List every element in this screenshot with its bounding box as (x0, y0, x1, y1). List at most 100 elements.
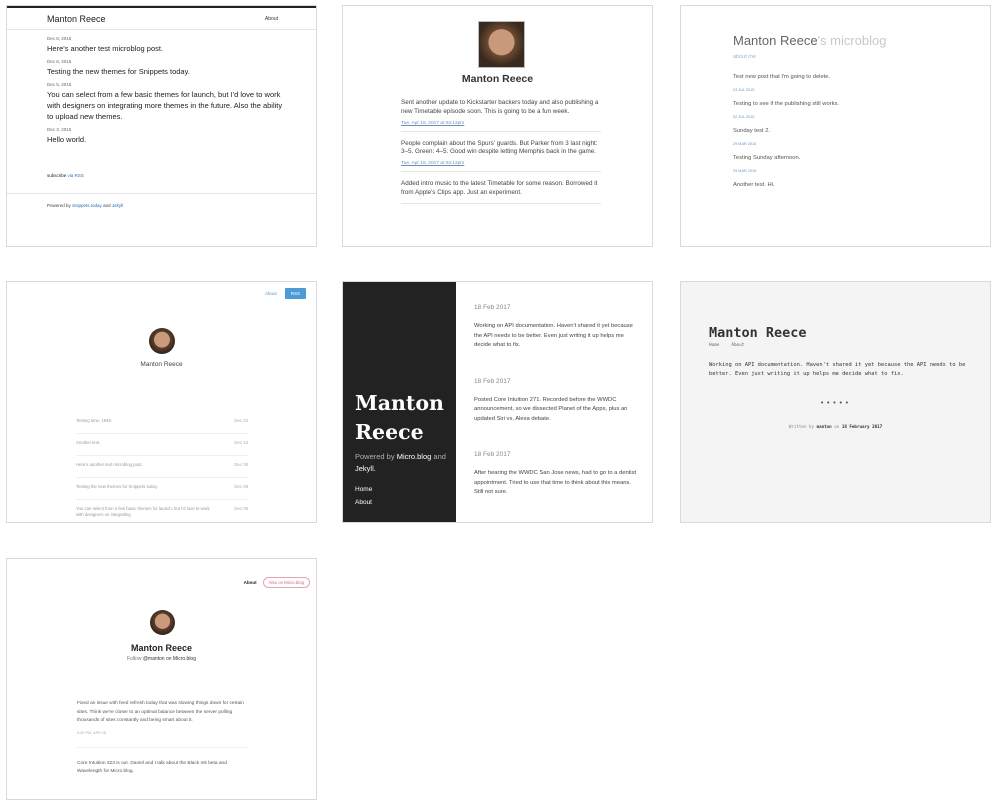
powered-by: Powered by Snippets.today and Jekyll (47, 203, 123, 208)
post-text: Another test. Hi. (733, 182, 775, 188)
post-text: Testing the new themes for Snippets toda… (76, 484, 158, 489)
site-title[interactable]: Manton Reece (7, 361, 316, 368)
post-item: 18 Feb 2017 Working on API documentation… (474, 304, 639, 351)
post-text: Posted Core Intuition 271. Recorded befo… (474, 396, 628, 422)
site-title-name: Manton Reece (733, 33, 818, 48)
also-on-microblog-button[interactable]: Also on Micro.blog (262, 577, 310, 588)
microblog-link[interactable]: Micro.blog (397, 452, 432, 461)
post-date[interactable]: Dec 5, 2015 (47, 82, 287, 87)
theme-preview-5[interactable]: Manton Reece Powered by Micro.blog and J… (342, 281, 653, 523)
site-title[interactable]: Manton Reece's microblog (733, 33, 887, 48)
post-text: Fixed an issue with feed refresh today t… (77, 701, 244, 723)
post-date[interactable]: Dec 3, 2015 (47, 127, 287, 132)
powered-by: Powered by Micro.blog and Jekyll. (355, 451, 450, 475)
post-text: Added intro music to the latest Timetabl… (401, 180, 598, 196)
post-item: People complain about the Spurs' guards.… (401, 140, 601, 173)
separator-dots: ••••• (819, 399, 852, 407)
post-date-link[interactable]: 29 MAR 2015 (733, 169, 953, 173)
post-date[interactable]: Dec 8, 2015 (47, 36, 287, 41)
post-date: Dec 23 (234, 418, 248, 423)
nav-home[interactable]: Home (709, 343, 719, 348)
follow-handle-link[interactable]: @manton on Micro.blog (143, 656, 196, 662)
post-text: Another test. (76, 440, 101, 445)
post-text: Hello world. (47, 135, 87, 144)
list-item[interactable]: Another test. Dec 13 (76, 434, 248, 456)
post-item: 18 Feb 2017 After hearing the WWDC San J… (474, 451, 639, 498)
byline-prefix: Written by (788, 424, 815, 429)
about-link[interactable]: About (265, 16, 278, 22)
about-link[interactable]: About (265, 291, 277, 296)
post-list: Dec 8, 2015 Here's another test microblo… (47, 36, 287, 150)
list-item[interactable]: Here's another test microblog post. Dec … (76, 456, 248, 478)
post-date-link[interactable]: Tue, Apr 18, 2017 at 04:12pm (401, 161, 601, 166)
site-title-line-2: Reece (355, 420, 424, 444)
byline-date: 18 February 2017 (841, 424, 883, 429)
post-list: Testing time, 1949. Dec 23 Another test.… (76, 412, 248, 522)
post-text: Here's another test microblog post. (47, 44, 164, 53)
post-text: Testing time, 1949. (76, 418, 113, 423)
list-item[interactable]: Testing time, 1949. Dec 23 (76, 412, 248, 434)
post-byline: Written by manton on 18 February 2017 (681, 424, 990, 429)
post-text: Testing the new themes for Snippets toda… (47, 67, 190, 76)
theme-preview-1[interactable]: Manton Reece About Dec 8, 2015 Here's an… (6, 5, 317, 247)
post-date[interactable]: 18 Feb 2017 (474, 378, 639, 385)
about-link[interactable]: About (244, 580, 257, 585)
post-date: Dec 06 (234, 484, 248, 489)
sidebar: Manton Reece Powered by Micro.blog and J… (343, 282, 456, 522)
post-item: Dec 3, 2015 Hello world. (47, 127, 287, 145)
powered-and: and (433, 452, 446, 461)
post-item: Sent another update to Kickstarter backe… (401, 99, 601, 132)
byline-author: manton (816, 424, 832, 429)
powered-and: and (103, 203, 111, 208)
post-list: 18 Feb 2017 Working on API documentation… (474, 304, 639, 522)
post-list: Test new post that I'm going to delete. … (733, 74, 953, 188)
post-item: Dec 6, 2015 Testing the new themes for S… (47, 59, 287, 77)
post-date-link[interactable]: 24 JUL 2015 (733, 88, 953, 92)
post-list: Fixed an issue with feed refresh today t… (77, 700, 249, 799)
post-date-link[interactable]: 29 MAR 2015 (733, 142, 953, 146)
snippets-link[interactable]: Snippets.today (72, 203, 102, 208)
post-date-link[interactable]: 02 JUL 2015 (733, 115, 953, 119)
post-date: Dec 05 (234, 506, 248, 511)
post-text: You can select from a few basic themes f… (76, 506, 210, 517)
post-text: Testing Sunday afternoon. (733, 155, 801, 161)
post-text: Working on API documentation. Haven't sh… (474, 323, 633, 348)
post-text: You can select from a few basic themes f… (47, 90, 283, 121)
rss-link[interactable]: via RSS (68, 173, 84, 178)
follow-prefix: Follow (126, 656, 142, 662)
about-link[interactable]: about me (733, 54, 756, 60)
post-date[interactable]: Dec 6, 2015 (47, 59, 287, 64)
jekyll-link[interactable]: Jekyll (112, 203, 123, 208)
site-title-line-1: Manton (355, 391, 444, 415)
subscribe-line: subscribe via RSS (47, 173, 84, 178)
theme-preview-6[interactable]: Manton Reece Home About Working on API d… (680, 281, 991, 523)
site-title[interactable]: Manton Reece (7, 643, 316, 653)
site-title[interactable]: Manton Reece (709, 325, 807, 341)
post-date-link[interactable]: Tue, Apr 18, 2017 at 04:12pm (401, 121, 601, 126)
sidebar-nav: Home About (355, 486, 372, 512)
footer-divider (7, 193, 316, 194)
post-text: After hearing the WWDC San Jose news, ha… (474, 470, 637, 495)
nav-about[interactable]: About (355, 499, 372, 506)
site-header: Manton Reece About (7, 8, 316, 30)
list-item[interactable]: Testing the new themes for Snippets toda… (76, 478, 248, 500)
post-date[interactable]: 18 Feb 2017 (474, 451, 639, 458)
site-title[interactable]: Manton Reece (47, 14, 106, 24)
avatar (150, 610, 175, 635)
site-title[interactable]: Manton Reece (343, 73, 652, 85)
post-item: Dec 5, 2015 You can select from a few ba… (47, 82, 287, 122)
byline-on: on (834, 424, 840, 429)
nav-home[interactable]: Home (355, 486, 372, 493)
list-item[interactable]: You can select from a few basic themes f… (76, 500, 248, 522)
theme-preview-2[interactable]: Manton Reece Sent another update to Kick… (342, 5, 653, 247)
site-title[interactable]: Manton Reece (355, 389, 444, 447)
post-date: Dec 13 (234, 440, 248, 445)
rss-button[interactable]: RSS (284, 288, 306, 299)
theme-preview-7[interactable]: About Also on Micro.blog Manton Reece Fo… (6, 558, 317, 800)
theme-preview-3[interactable]: Manton Reece's microblog about me Test n… (680, 5, 991, 247)
jekyll-link[interactable]: Jekyll. (355, 464, 376, 473)
theme-preview-4[interactable]: About RSS Manton Reece Testing time, 194… (6, 281, 317, 523)
nav-about[interactable]: About (731, 343, 744, 348)
post-date[interactable]: 18 Feb 2017 (474, 304, 639, 311)
post-date-link[interactable]: 4:39 PM, APR 18 (77, 731, 249, 735)
